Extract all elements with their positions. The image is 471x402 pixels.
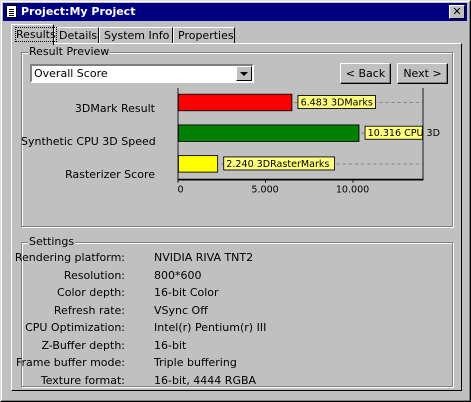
- tab-properties-label: Properties: [178, 29, 234, 42]
- setting-label: Rendering platform:: [14, 251, 125, 264]
- tab-results[interactable]: Results: [11, 24, 57, 45]
- result-preview-title: Result Preview: [28, 45, 111, 58]
- category-label: 3DMark Result: [74, 102, 155, 115]
- setting-label: Refresh rate:: [53, 303, 125, 317]
- view-select-value: Overall Score: [34, 67, 108, 80]
- document-icon: [6, 5, 17, 18]
- setting-value: Triple buffering: [154, 356, 237, 369]
- setting-value: 16-bit Color: [154, 286, 219, 299]
- data-label: 6.483 3DMarks: [301, 98, 373, 109]
- setting-label: Resolution:: [63, 268, 125, 282]
- setting-label: CPU Optimization:: [25, 321, 125, 334]
- settings-row: Resolution: 800*600: [31, 268, 441, 284]
- settings-row: CPU Optimization: Intel(r) Pentium(r) III: [25, 320, 441, 336]
- category-label: Synthetic CPU 3D Speed: [21, 135, 156, 148]
- bar: [177, 124, 360, 142]
- settings-row: Frame buffer mode: Triple buffering: [16, 355, 441, 371]
- setting-value: Intel(r) Pentium(r) III: [154, 321, 267, 334]
- category-label: Rasterizer Score: [65, 168, 155, 181]
- settings-row: Z-Buffer depth: 16-bit: [31, 338, 441, 354]
- settings-title: Settings: [28, 235, 76, 248]
- bar: [177, 93, 293, 112]
- setting-value: 800*600: [154, 268, 202, 282]
- data-label: 2.240 3DRasterMarks: [226, 159, 329, 170]
- x-tick-label: 10.000: [336, 184, 369, 194]
- setting-label: Color depth:: [57, 286, 125, 299]
- back-button[interactable]: < Back: [340, 63, 391, 84]
- settings-row: Texture format: 16-bit, 4444 RGBA: [31, 373, 441, 389]
- project-window: Project:My Project ✕ Results Details Sys…: [0, 0, 471, 402]
- settings-row: Color depth: 16-bit Color: [31, 285, 441, 301]
- bar: [177, 155, 219, 173]
- data-label: 10.316 CPU 3D: [368, 128, 440, 139]
- tab-system-info-label: System Info: [104, 29, 170, 42]
- tab-system-info[interactable]: System Info: [99, 27, 173, 44]
- setting-label: Texture format:: [40, 373, 125, 387]
- score-chart: 6.483 3DMarks 10.316 CPU 3D 2.240 3DRaster…: [177, 88, 440, 194]
- title-bar[interactable]: Project:My Project ✕: [3, 3, 467, 21]
- tab-details-label: Details: [59, 29, 98, 42]
- view-select[interactable]: Overall Score: [30, 64, 254, 83]
- setting-label: Z-Buffer depth:: [41, 338, 125, 352]
- next-button[interactable]: Next >: [397, 63, 448, 84]
- chevron-down-icon[interactable]: [236, 66, 252, 81]
- tab-properties[interactable]: Properties: [173, 27, 235, 44]
- settings-row: Rendering platform: NVIDIA RIVA TNT2: [15, 250, 441, 266]
- setting-value: 16-bit, 4444 RGBA: [154, 373, 257, 387]
- setting-value: NVIDIA RIVA TNT2: [154, 251, 254, 264]
- tab-results-label: Results: [15, 27, 57, 42]
- setting-label: Frame buffer mode:: [16, 356, 125, 369]
- window-title: Project:My Project: [21, 5, 136, 18]
- x-tick-label: 5.000: [251, 184, 278, 194]
- settings-row: Refresh rate: VSync Off: [31, 303, 441, 319]
- setting-value: VSync Off: [154, 303, 208, 317]
- x-tick-label: 0: [178, 184, 184, 194]
- tab-details[interactable]: Details: [54, 27, 99, 44]
- setting-value: 16-bit: [154, 338, 187, 352]
- close-button[interactable]: ✕: [449, 5, 465, 19]
